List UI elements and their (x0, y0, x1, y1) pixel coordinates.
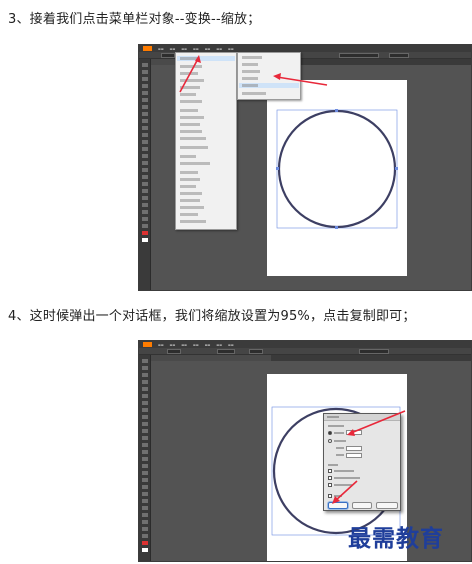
arrow-to-scale-field (350, 410, 406, 434)
annotation-arrows (179, 55, 328, 93)
watermark-logo: 最需教育 (348, 525, 444, 552)
arrow-to-object-menu (179, 56, 200, 93)
step-3-instruction: 3、接着我们点击菜单栏对象--变换--缩放； (8, 12, 261, 27)
arrow-to-scale-item (276, 76, 328, 86)
arrow-to-copy-button (334, 480, 358, 502)
screenshot-object-transform-menu: ▬▬ ▬▬ ▬▬ ▬▬ ▬▬ ▬▬ ▬▬ (138, 44, 472, 291)
step-4-instruction: 4、这时候弹出一个对话框，我们将缩放设置为95%，点击复制即可； (8, 309, 416, 324)
